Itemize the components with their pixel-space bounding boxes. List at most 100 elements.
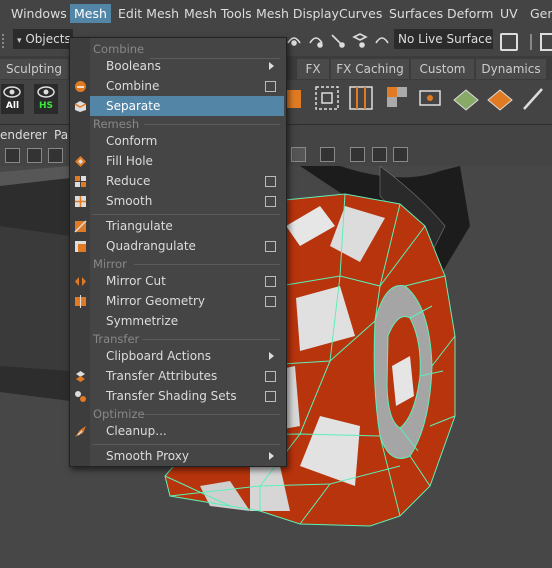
menu-item-label: Reduce [106, 174, 151, 188]
transfer-shading-sets-icon [75, 391, 86, 402]
divider [92, 444, 280, 445]
option-box-icon[interactable] [265, 276, 276, 287]
renderer-menu[interactable]: enderer [0, 128, 47, 142]
divider [530, 34, 532, 50]
triangulate-icon [74, 220, 87, 233]
menu-item-smooth[interactable]: Smooth [90, 191, 284, 211]
quadrangulate-icon [75, 241, 86, 252]
snap-icons[interactable] [286, 29, 390, 51]
menu-windows[interactable]: Windows [11, 6, 67, 21]
tab-fx-caching[interactable]: FX Caching [331, 59, 409, 79]
menu-edit-mesh[interactable]: Edit Mesh [118, 6, 179, 21]
divider [92, 214, 280, 215]
menu-item-quadrangulate[interactable]: Quadrangulate [90, 236, 284, 256]
menu-deform[interactable]: Deform [447, 6, 493, 21]
hs-button[interactable]: HS [34, 84, 58, 114]
submenu-arrow-icon [269, 62, 274, 70]
tab-custom[interactable]: Custom [411, 59, 474, 79]
menu-item-label: Triangulate [106, 219, 173, 233]
menu-item-label: Combine [106, 79, 160, 93]
option-box-icon[interactable] [265, 391, 276, 402]
menu-item-label: Conform [106, 134, 158, 148]
menu-item-clipboard-actions[interactable]: Clipboard Actions [90, 346, 284, 366]
option-box-icon[interactable] [265, 371, 276, 382]
panel-icon[interactable] [27, 148, 42, 163]
menu-mesh[interactable]: Mesh [70, 4, 111, 23]
menu-item-label: Symmetrize [106, 314, 179, 328]
option-box-icon[interactable] [265, 296, 276, 307]
section-transfer: Transfer [93, 332, 140, 346]
menu-item-label: Transfer Shading Sets [106, 389, 237, 403]
option-box-icon[interactable] [265, 241, 276, 252]
render-icon[interactable] [540, 33, 552, 51]
menu-item-mirror-cut[interactable]: Mirror Cut [90, 271, 284, 291]
menu-item-transfer-attributes[interactable]: Transfer Attributes [90, 366, 284, 386]
hs-label: HS [38, 101, 53, 111]
selection-mode-label: Objects [25, 32, 71, 46]
menu-item-label: Smooth Proxy [106, 449, 189, 463]
menu-item-reduce[interactable]: Reduce [90, 171, 284, 191]
menu-item-symmetrize[interactable]: Symmetrize [90, 311, 284, 331]
live-surface-field[interactable]: No Live Surface [394, 29, 493, 49]
menu-item-label: Transfer Attributes [106, 369, 218, 383]
menu-item-label: Mirror Geometry [106, 294, 206, 308]
submenu-arrow-icon [269, 352, 274, 360]
menu-mesh-display[interactable]: Mesh Display [256, 6, 339, 21]
option-box-icon[interactable] [265, 176, 276, 187]
symmetry-icon[interactable] [500, 33, 518, 51]
panel-icon[interactable] [5, 148, 20, 163]
menu-item-conform[interactable]: Conform [90, 131, 284, 151]
smooth-icon [75, 196, 86, 207]
main-menu-bar: Windows Mesh Edit Mesh Mesh Tools Mesh D… [0, 0, 552, 29]
separate-icon [74, 101, 87, 112]
panel-icon[interactable] [48, 148, 63, 163]
combine-icon [75, 81, 86, 92]
menu-item-separate[interactable]: Separate [90, 96, 284, 116]
menu-item-booleans[interactable]: Booleans [90, 56, 284, 76]
tab-fx[interactable]: FX [297, 59, 329, 79]
panel-icon[interactable] [350, 147, 365, 162]
tab-dynamics[interactable]: Dynamics [476, 59, 546, 79]
all-label: All [5, 101, 20, 111]
menu-item-label: Fill Hole [106, 154, 153, 168]
section-remesh: Remesh [93, 117, 140, 131]
transfer-attributes-icon [76, 371, 85, 382]
menu-item-transfer-shading-sets[interactable]: Transfer Shading Sets [90, 386, 284, 406]
eye-icon [37, 86, 55, 98]
menu-item-label: Quadrangulate [106, 239, 196, 253]
menu-item-triangulate[interactable]: Triangulate [90, 216, 284, 236]
submenu-arrow-icon [269, 452, 274, 460]
panel-icon[interactable] [393, 147, 408, 162]
collapse-handle[interactable] [2, 34, 10, 48]
mirror-geometry-icon [75, 295, 86, 308]
section-divider [142, 339, 280, 340]
section-divider [144, 414, 280, 415]
show-all-button[interactable]: All [1, 84, 24, 114]
menu-item-label: Cleanup... [106, 424, 167, 438]
menu-curves[interactable]: Curves [339, 6, 382, 21]
cleanup-icon [75, 426, 86, 437]
menu-item-combine[interactable]: Combine [90, 76, 284, 96]
menu-item-cleanup[interactable]: Cleanup... [90, 421, 284, 441]
menu-item-mirror-geometry[interactable]: Mirror Geometry [90, 291, 284, 311]
menu-uv[interactable]: UV [500, 6, 518, 21]
panel-icon[interactable] [372, 147, 387, 162]
menu-item-fill-hole[interactable]: Fill Hole [90, 151, 284, 171]
shelf-tool-icons[interactable] [286, 84, 552, 116]
panel-icon[interactable] [291, 147, 306, 162]
selection-mode-dropdown[interactable]: ▾ Objects [13, 29, 73, 49]
menu-item-label: Mirror Cut [106, 274, 166, 288]
mirror-cut-icon [75, 277, 86, 286]
section-optimize: Optimize [93, 407, 145, 421]
menu-generate[interactable]: Gene [530, 6, 552, 21]
option-box-icon[interactable] [265, 196, 276, 207]
select-cursor-icon[interactable] [320, 147, 335, 162]
tab-sculpting[interactable]: Sculpting [0, 59, 68, 79]
menu-mesh-tools[interactable]: Mesh Tools [184, 6, 252, 21]
panels-menu[interactable]: Pa [54, 128, 68, 142]
option-box-icon[interactable] [265, 81, 276, 92]
menu-surfaces[interactable]: Surfaces [389, 6, 443, 21]
eye-icon [3, 86, 21, 98]
section-mirror: Mirror [93, 257, 127, 271]
menu-item-smooth-proxy[interactable]: Smooth Proxy [90, 446, 284, 466]
